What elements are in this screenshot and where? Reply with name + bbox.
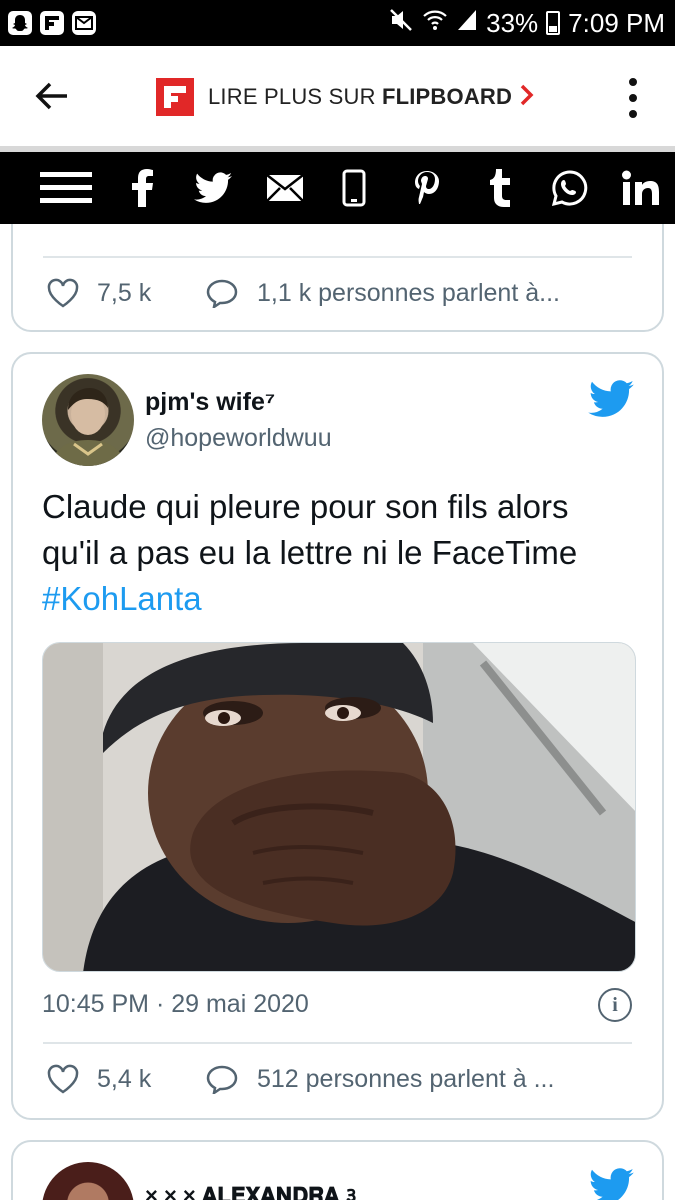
reply-text: 512 personnes parlent à ... [257, 1064, 555, 1093]
signal-icon [456, 8, 478, 39]
reply-text: 1,1 k personnes parlent à... [257, 278, 560, 307]
sms-icon[interactable] [340, 166, 368, 210]
twitter-bird-icon[interactable] [588, 380, 634, 418]
like-button[interactable]: 5,4 k [47, 1064, 205, 1094]
menu-icon[interactable] [40, 166, 92, 210]
banner-brand: FLIPBOARD [381, 84, 513, 109]
like-count: 7,5 k [97, 278, 152, 307]
hashtag-link[interactable]: #KohLanta [42, 576, 632, 622]
mute-icon [388, 7, 414, 40]
status-bar: 33% 7:09 PM [0, 0, 675, 46]
tweet-text: Claude qui pleure pour son fils alors qu… [42, 484, 632, 622]
battery-icon [546, 11, 561, 35]
like-button[interactable]: 7,5 k [47, 278, 205, 308]
flipboard-notification-icon [40, 11, 64, 35]
chevron-right-icon [520, 81, 534, 113]
display-name[interactable]: × × × 𝐀𝐋𝐄𝐗𝐀𝐍𝐃𝐑𝐀 ३ [145, 1180, 357, 1200]
speech-bubble-icon [206, 279, 238, 308]
gmail-icon [72, 11, 96, 35]
tweet-text-line: Claude qui pleure pour son fils alors [42, 488, 569, 525]
pinterest-icon[interactable] [410, 166, 444, 210]
info-icon[interactable]: i [598, 988, 632, 1022]
reply-button[interactable]: 512 personnes parlent à ... [205, 1064, 554, 1094]
share-bar [0, 152, 675, 224]
twitter-bird-icon[interactable] [588, 1168, 634, 1200]
heart-icon [47, 278, 79, 308]
tweet-timestamp[interactable]: 10:45 PM · 29 mai 2020 [42, 990, 309, 1019]
linkedin-icon[interactable] [620, 166, 664, 210]
tweet-text-line: qu'il a pas eu la lettre ni le FaceTime [42, 534, 578, 571]
banner-prefix: LIRE PLUS SUR [208, 84, 382, 109]
tweet-card[interactable]: pjm's wife⁷ @hopeworldwuu Claude qui ple… [11, 352, 664, 1120]
heart-icon [47, 1064, 79, 1094]
overflow-menu-icon[interactable] [623, 78, 643, 118]
twitter-icon[interactable] [193, 166, 233, 210]
app-header: LIRE PLUS SUR FLIPBOARD [0, 46, 675, 146]
like-count: 5,4 k [97, 1064, 152, 1093]
whatsapp-icon[interactable] [550, 166, 590, 210]
facebook-icon[interactable] [128, 166, 158, 210]
clock: 7:09 PM [568, 7, 665, 38]
tweet-photo[interactable] [42, 642, 636, 972]
tweet-divider [43, 256, 632, 258]
user-handle[interactable]: @hopeworldwuu [145, 424, 332, 453]
avatar[interactable] [42, 1162, 134, 1200]
flipboard-logo-icon [156, 78, 194, 116]
avatar[interactable] [42, 374, 134, 466]
display-name[interactable]: pjm's wife⁷ [145, 388, 275, 417]
reply-button[interactable]: 1,1 k personnes parlent à... [205, 278, 560, 308]
snapchat-icon [8, 11, 32, 35]
back-arrow-icon[interactable] [32, 76, 72, 116]
tweet-card[interactable]: × × × 𝐀𝐋𝐄𝐗𝐀𝐍𝐃𝐑𝐀 ३ [11, 1140, 664, 1200]
speech-bubble-icon [206, 1065, 238, 1094]
wifi-icon [422, 8, 448, 39]
battery-percent: 33% [486, 7, 539, 38]
read-more-flipboard-link[interactable]: LIRE PLUS SUR FLIPBOARD [156, 78, 534, 116]
email-icon[interactable] [266, 166, 304, 210]
tumblr-icon[interactable] [484, 166, 514, 210]
tweet-divider [43, 1042, 632, 1044]
